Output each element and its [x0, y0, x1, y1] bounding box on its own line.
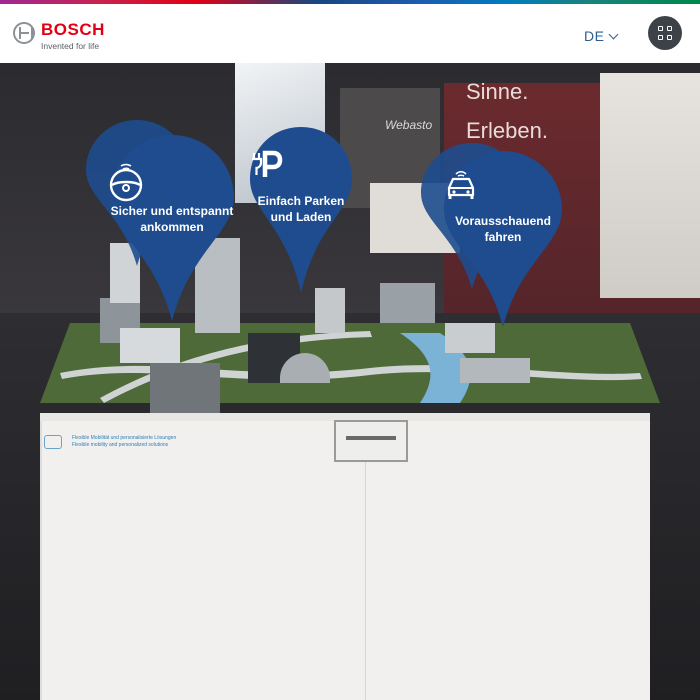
brand-name: BOSCH: [41, 20, 105, 39]
pin-predictive-driving[interactable]: Vorausschauend fahren: [440, 149, 566, 329]
building: [460, 358, 530, 383]
drawer-slot: [346, 436, 396, 440]
pin-park-and-charge[interactable]: Einfach Parken und Laden: [246, 125, 356, 295]
pin-safe-arrival[interactable]: Sicher und entspannt ankommen: [106, 133, 238, 323]
grid-icon-cell: [667, 35, 672, 40]
chevron-down-icon: [609, 29, 619, 39]
table-drawer: [334, 420, 408, 462]
ar-exhibit-scene: Sinne. Erleben. Webasto Flexible Mobilit…: [0, 63, 700, 700]
table-info-de: Flexible Mobilität und personalisierte L…: [72, 435, 177, 441]
pin-label: Vorausschauend fahren: [455, 214, 551, 244]
table-info-en: Flexible mobility and personalized solut…: [72, 442, 169, 448]
language-selector[interactable]: DE: [584, 28, 619, 44]
menu-grid-button[interactable]: [648, 16, 682, 50]
grid-icon-cell: [658, 35, 663, 40]
mobility-icon: [44, 435, 62, 449]
bosch-armature-icon: [13, 22, 35, 44]
building: [120, 328, 180, 363]
grid-icon-cell: [667, 26, 672, 31]
building: [150, 363, 220, 418]
pin-label: Sicher und entspannt ankommen: [110, 204, 234, 234]
pin-label: Einfach Parken und Laden: [257, 194, 345, 224]
top-header: BOSCH Invented for life DE: [0, 4, 700, 63]
grid-icon: [658, 26, 663, 31]
background-window: [600, 73, 700, 298]
table-info-label: Flexible Mobilität und personalisierte L…: [44, 435, 177, 449]
brand-tagline: Invented for life: [41, 41, 100, 51]
table-seam: [365, 423, 366, 700]
language-label: DE: [584, 28, 605, 44]
wall-text-1: Sinne.: [466, 79, 529, 104]
exhibit-table: [40, 421, 650, 700]
bosch-logo[interactable]: BOSCH Invented for life: [13, 21, 105, 52]
wall-brand-text: Webasto: [385, 118, 433, 132]
